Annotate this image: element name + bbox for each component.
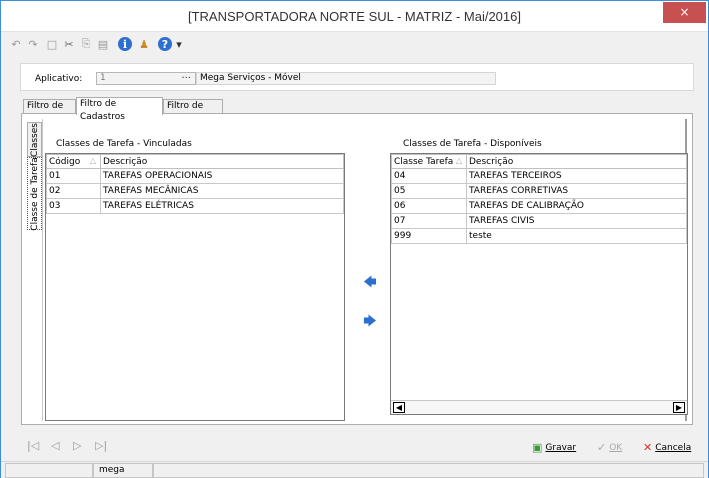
scroll-right-icon[interactable]: ▶ xyxy=(673,402,685,413)
aplicativo-code-field[interactable]: 1 ... xyxy=(96,70,196,85)
cell-classe: 999 xyxy=(391,228,467,244)
user-icon[interactable]: ♟ xyxy=(137,37,151,51)
cell-descricao: TAREFAS ELÉTRICAS xyxy=(100,198,344,214)
right-panel-title: Classes de Tarefa - Disponíveis xyxy=(403,139,542,149)
classes-panel: Classes de Tarefa - Vinculadas Código △ D… xyxy=(42,119,688,421)
left-col-descricao[interactable]: Descrição xyxy=(100,154,344,169)
sort-icon: △ xyxy=(89,156,96,165)
aplicativo-code-value: 1 xyxy=(100,73,106,83)
bottom-bar: |◁ ◁ ▷ ▷| ▣ Gravar ✓ OK ✕ Cancela xyxy=(1,431,708,461)
aplicativo-description: Mega Serviços - Móvel xyxy=(196,72,496,85)
gravar-label: Gravar xyxy=(545,442,577,453)
move-left-icon[interactable]: 🡄 xyxy=(363,276,377,289)
left-panel-title: Classes de Tarefa - Vinculadas xyxy=(56,139,192,149)
info-icon[interactable]: i xyxy=(118,37,132,51)
tab-content: Classes Classe de Tarefa Classes de Tare… xyxy=(21,113,693,425)
status-user: mega xyxy=(93,463,153,478)
cell-codigo: 01 xyxy=(46,168,101,184)
cell-descricao: TAREFAS CORRETIVAS xyxy=(466,183,687,199)
first-record-icon[interactable]: |◁ xyxy=(27,439,39,452)
table-row[interactable]: 05 TAREFAS CORRETIVAS xyxy=(391,183,687,199)
cell-codigo: 02 xyxy=(46,183,101,199)
paste-icon[interactable]: ▤ xyxy=(96,37,110,51)
cancela-button[interactable]: ✕ Cancela xyxy=(643,441,691,454)
aplicativo-row: Aplicativo: 1 ... Mega Serviços - Móvel xyxy=(20,63,694,91)
cell-descricao: TAREFAS MECÂNICAS xyxy=(100,183,344,199)
right-col-classe-tarefa[interactable]: Classe Tarefa △ xyxy=(391,154,467,169)
cell-classe: 05 xyxy=(391,183,467,199)
move-right-icon[interactable]: 🡆 xyxy=(363,315,377,328)
cancel-icon: ✕ xyxy=(643,441,653,454)
ok-label: OK xyxy=(609,442,623,453)
copy-icon[interactable]: ⎘ xyxy=(79,37,93,51)
cell-descricao: TAREFAS OPERACIONAIS xyxy=(100,168,344,184)
table-row[interactable]: 04 TAREFAS TERCEIROS xyxy=(391,168,687,184)
toolbar: ↶ ↷ □ ✂ ⎘ ▤ i ♟ ? ▾ xyxy=(1,33,708,57)
aplicativo-label: Aplicativo: xyxy=(35,74,83,84)
vtab-classe-de-tarefa[interactable]: Classe de Tarefa xyxy=(27,157,42,230)
scroll-left-icon[interactable]: ◀ xyxy=(393,402,405,413)
tab-filtro-de-itens[interactable]: Filtro de Itens xyxy=(163,99,223,124)
status-bar: mega xyxy=(1,461,708,478)
last-record-icon[interactable]: ▷| xyxy=(95,439,107,452)
tab-filtro-de-cadastros[interactable]: Filtro de Cadastros xyxy=(76,97,163,122)
title-bar: [TRANSPORTADORA NORTE SUL - MATRIZ - Mai… xyxy=(1,1,708,32)
next-record-icon[interactable]: ▷ xyxy=(73,439,81,452)
previous-record-icon[interactable]: ◁ xyxy=(51,439,59,452)
status-cell-3 xyxy=(153,463,704,478)
cell-descricao: teste xyxy=(466,228,687,244)
save-icon: ▣ xyxy=(532,441,543,454)
status-cell-1 xyxy=(5,463,93,478)
check-icon: ✓ xyxy=(597,441,607,454)
table-row[interactable]: 06 TAREFAS DE CALIBRAÇÃO xyxy=(391,198,687,214)
vtab-classes-label: Classes xyxy=(29,122,40,157)
right-col-descricao[interactable]: Descrição xyxy=(466,154,687,169)
help-icon[interactable]: ? xyxy=(158,37,172,51)
undo-icon[interactable]: ↶ xyxy=(9,37,23,51)
table-row[interactable]: 01 TAREFAS OPERACIONAIS xyxy=(46,168,344,184)
cancela-label: Cancela xyxy=(655,442,692,453)
right-col-classe-tarefa-label: Classe Tarefa xyxy=(394,156,454,167)
cell-classe: 04 xyxy=(391,168,467,184)
cell-classe: 07 xyxy=(391,213,467,229)
right-grid[interactable]: Classe Tarefa △ Descrição 04 TAREFAS TERC… xyxy=(390,153,688,415)
cut-icon[interactable]: ✂ xyxy=(62,37,76,51)
vtab-classe-de-tarefa-label: Classe de Tarefa xyxy=(29,156,40,231)
vtab-classes[interactable]: Classes xyxy=(27,122,42,157)
ok-button[interactable]: ✓ OK xyxy=(597,441,622,454)
horizontal-scrollbar[interactable]: ◀ ▶ xyxy=(391,400,687,414)
table-row[interactable]: 07 TAREFAS CIVIS xyxy=(391,213,687,229)
cell-codigo: 03 xyxy=(46,198,101,214)
dropdown-icon[interactable]: ▾ xyxy=(172,37,186,51)
cell-classe: 06 xyxy=(391,198,467,214)
window-title: [TRANSPORTADORA NORTE SUL - MATRIZ - Mai… xyxy=(187,9,521,24)
left-col-codigo-label: Código xyxy=(49,156,81,167)
sort-icon: △ xyxy=(455,156,462,165)
gravar-button[interactable]: ▣ Gravar xyxy=(532,441,576,454)
tab-filtro-de-os[interactable]: Filtro de OS xyxy=(23,99,76,124)
table-row[interactable]: 02 TAREFAS MECÂNICAS xyxy=(46,183,344,199)
table-row[interactable]: 999 teste xyxy=(391,228,687,244)
main-window: [TRANSPORTADORA NORTE SUL - MATRIZ - Mai… xyxy=(0,0,709,478)
cell-descricao: TAREFAS DE CALIBRAÇÃO xyxy=(466,198,687,214)
new-icon[interactable]: □ xyxy=(45,37,59,51)
table-row[interactable]: 03 TAREFAS ELÉTRICAS xyxy=(46,198,344,214)
cell-descricao: TAREFAS CIVIS xyxy=(466,213,687,229)
left-col-codigo[interactable]: Código △ xyxy=(46,154,101,169)
lookup-button[interactable]: ... xyxy=(181,70,191,81)
cell-descricao: TAREFAS TERCEIROS xyxy=(466,168,687,184)
close-button[interactable]: × xyxy=(663,2,706,23)
left-grid[interactable]: Código △ Descrição 01 TAREFAS OPERACIONAI… xyxy=(45,153,345,421)
redo-icon[interactable]: ↷ xyxy=(26,37,40,51)
